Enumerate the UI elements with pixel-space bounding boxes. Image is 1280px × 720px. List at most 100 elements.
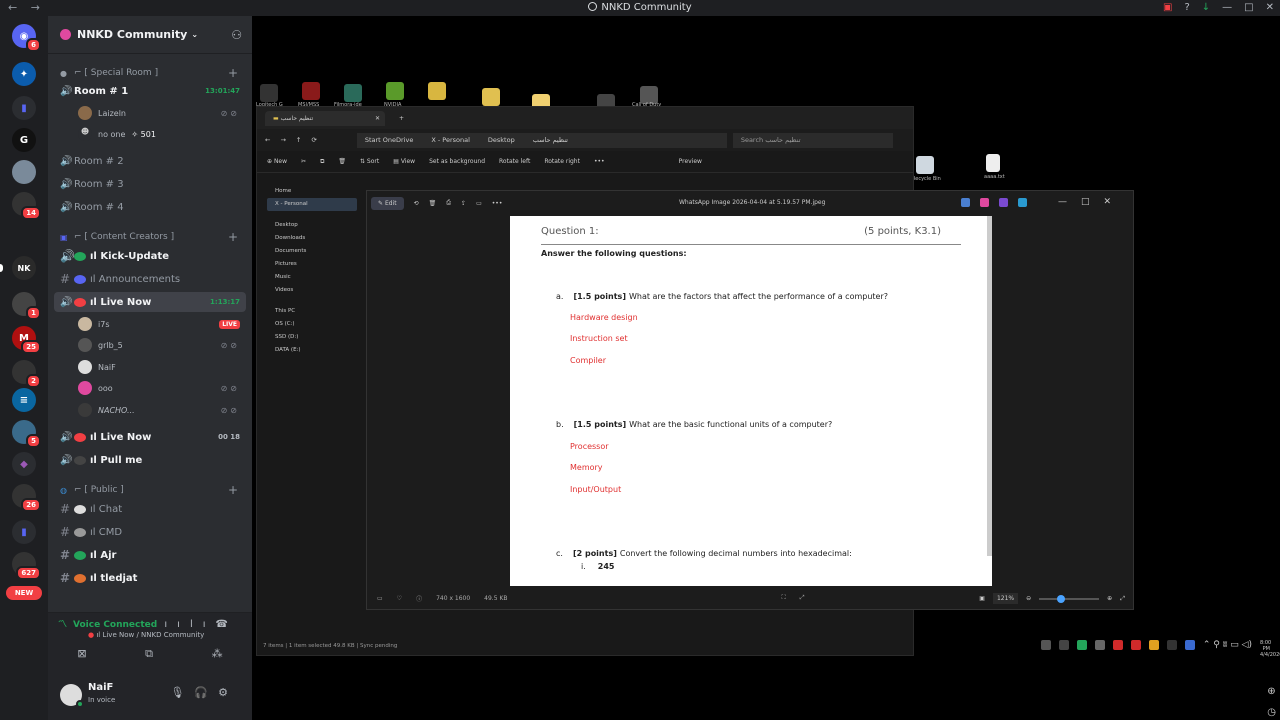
voice-user[interactable]: grlb_5 ⊘⊘ [78, 335, 246, 355]
favorite-icon[interactable]: ♡ [397, 595, 402, 602]
cut-icon[interactable]: ✂ [301, 158, 306, 165]
activities-icon[interactable]: ⁂ [212, 647, 223, 661]
up-arrow-icon[interactable]: ↑ [296, 136, 301, 144]
voice-channel-pull-me[interactable]: 🔊 ıl Pull me [54, 450, 246, 470]
disconnect-icon[interactable]: ☎ [216, 619, 238, 630]
voice-location[interactable]: ● ıl Live Now / NNKD Community [88, 631, 204, 639]
new-badge[interactable]: NEW [6, 586, 42, 600]
play-icon[interactable] [1076, 640, 1087, 650]
voice-user[interactable]: ooo ⊘⊘ [78, 378, 246, 398]
delete-icon[interactable]: 🗑 [338, 158, 346, 165]
server-icon[interactable]: 26 [12, 484, 41, 512]
folder-icon[interactable]: ▮ [12, 520, 36, 544]
cloud-icon[interactable] [1018, 198, 1027, 207]
folder-icon[interactable] [428, 82, 446, 100]
refresh-icon[interactable]: ⟳ [311, 136, 316, 144]
copy-icon[interactable]: ⧉ [320, 158, 324, 166]
rotate-right-button[interactable]: Rotate right [544, 158, 580, 165]
system-tray-icons[interactable]: ⌃ ⚲ ʬ ▭ ◁) [1203, 640, 1252, 650]
channel-kick-update[interactable]: 🔊 ıl Kick-Update [54, 246, 246, 266]
voice-user[interactable]: i7s LIVE [78, 314, 246, 334]
server-icon[interactable]: 1 [12, 292, 41, 320]
server-icon[interactable]: 627 [12, 552, 41, 580]
expand-icon[interactable]: ⤢ [1120, 595, 1125, 603]
video-off-icon[interactable]: ⊠ [77, 647, 86, 661]
voice-channel-live-now[interactable]: 🔊 ıl Live Now 1:13:17 [54, 292, 246, 312]
fit-icon[interactable]: ⛶ [782, 594, 786, 602]
share-icon[interactable]: ⇪ [461, 200, 466, 207]
forward-arrow-icon[interactable]: → [280, 136, 285, 144]
taskbar-icon[interactable] [1166, 640, 1177, 650]
fullscreen-icon[interactable]: ⤢ [800, 594, 805, 602]
server-icon[interactable]: 2 [12, 360, 41, 388]
category-special-room[interactable]: ● ⌐ [ Special Room ] + [48, 66, 252, 80]
voice-user[interactable]: NACHO... ⊘⊘ [78, 400, 246, 420]
edit-button[interactable]: ✎ Edit [371, 196, 404, 210]
clock[interactable]: 8:00 PM4/4/2026 [1260, 640, 1280, 658]
channel-ajr[interactable]: # ıl Ajr [54, 545, 246, 565]
app-icon[interactable] [980, 198, 989, 207]
print-icon[interactable]: ⎙ [446, 199, 451, 207]
add-channel-icon[interactable]: + [228, 66, 238, 80]
guild-header[interactable]: NNKD Community ⌄ ⚇ [48, 16, 252, 54]
screen-share-icon[interactable]: ⧉ [145, 647, 153, 661]
app-icon[interactable] [999, 198, 1008, 207]
nav-item-music[interactable]: Music [267, 271, 357, 284]
voice-channel-room4[interactable]: 🔊 Room # 4 [54, 197, 246, 217]
new-button[interactable]: ⊕ New [267, 158, 287, 165]
stream-view[interactable]: Logitech G MSI/MSS Filmora-ide NVIDIA Ca… [252, 16, 1280, 720]
clock-icon[interactable]: ◷ [1267, 707, 1276, 718]
view-button[interactable]: ▤ View [393, 158, 415, 165]
rotate-icon[interactable]: ⟲ [414, 200, 419, 207]
info-icon[interactable]: ⓘ [416, 594, 422, 603]
maximize-button[interactable]: □ [1081, 197, 1104, 207]
nav-item-personal[interactable]: X - Personal [267, 198, 357, 211]
taskbar-icon[interactable] [1148, 640, 1159, 650]
server-icon[interactable]: G [12, 128, 36, 152]
more-icon[interactable]: ••• [492, 200, 503, 207]
headphones-icon[interactable]: 🎧 [194, 686, 218, 699]
sort-button[interactable]: ⇅ Sort [360, 158, 379, 165]
preview-button[interactable]: Preview [679, 158, 702, 165]
nav-item-e-drive[interactable]: DATA (E:) [267, 344, 357, 357]
taskbar-icon[interactable] [1112, 640, 1123, 650]
zoom-level[interactable]: 121% [992, 593, 1019, 604]
minimize-button[interactable]: — [1058, 197, 1081, 207]
noise-suppression-icon[interactable]: ıılı [164, 619, 215, 630]
voice-channel-room2[interactable]: 🔊 Room # 2 [54, 151, 246, 171]
nav-item-documents[interactable]: Documents [267, 245, 357, 258]
add-member-icon[interactable]: ⚇ [231, 28, 242, 42]
server-icon[interactable]: 5 [12, 420, 41, 448]
server-icon[interactable]: 14 [12, 192, 41, 220]
discord-home-icon[interactable]: ◉ 6 [12, 24, 41, 52]
folder-icon[interactable]: ▮ [12, 96, 36, 120]
voice-channel-room1[interactable]: 🔊 Room # 1 13:01:47 [54, 81, 246, 101]
app-icon[interactable] [961, 198, 970, 207]
desktop-icon[interactable] [302, 82, 320, 100]
server-icon[interactable]: M 25 [12, 326, 41, 354]
desktop-icon[interactable] [386, 82, 404, 100]
maximize-button[interactable]: □ [1244, 0, 1253, 16]
download-icon[interactable]: ↓ [1202, 0, 1210, 16]
server-icon[interactable] [12, 160, 36, 184]
more-icon[interactable]: ••• [594, 158, 605, 165]
scrollbar[interactable] [987, 216, 992, 556]
help-icon[interactable]: ? [1184, 0, 1189, 16]
slideshow-icon[interactable]: ▭ [476, 200, 482, 207]
recycle-bin-icon[interactable] [916, 156, 934, 174]
nav-item-c-drive[interactable]: OS (C:) [267, 318, 357, 331]
voice-user[interactable]: ☻ no one ✧ 501 [78, 124, 246, 144]
text-file-icon[interactable] [986, 154, 1000, 172]
zoom-out-icon[interactable]: ⊖ [1026, 595, 1031, 602]
voice-channel-room3[interactable]: 🔊 Room # 3 [54, 174, 246, 194]
lock-icon[interactable]: ⊕ [1267, 686, 1276, 697]
server-icon[interactable]: ✦ [12, 62, 36, 86]
search-input[interactable]: Search تنظيم حاسب [732, 132, 893, 148]
voice-user[interactable]: Laizeln ⊘⊘ [78, 103, 246, 123]
channel-announcements[interactable]: # ıl Announcements [54, 269, 246, 289]
voice-user[interactable]: NaiF [78, 357, 246, 377]
desktop-icon[interactable] [344, 84, 362, 102]
delete-icon[interactable]: 🗑 [429, 200, 437, 207]
nnkd-server-icon[interactable]: NK [12, 256, 36, 280]
channel-tledjat[interactable]: # ıl tledjat [54, 568, 246, 588]
